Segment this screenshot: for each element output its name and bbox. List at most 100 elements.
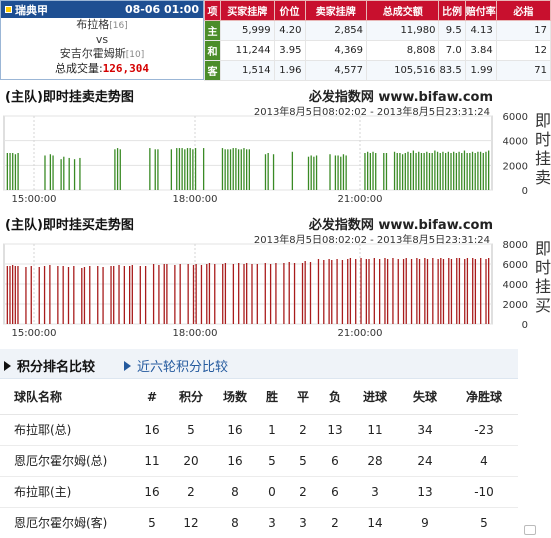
col-won: 胜 — [258, 380, 286, 415]
col-goal-diff: 净胜球 — [450, 380, 518, 415]
odds-row-away: 客 1,514 1.96 4,577 105,516 83.5 1.99 71 — [204, 60, 551, 81]
sell-chart-side-label-char: 卖 — [535, 168, 551, 187]
sell-chart-x-tick-label: 18:00:00 — [173, 194, 218, 205]
sell-chart-y-tick-label: 2000 — [503, 161, 528, 172]
odds-sell: 4,369 — [304, 40, 368, 61]
goal-diff-cell: -10 — [450, 476, 518, 508]
sell-chart-brand: 必发指数网 www.bifaw.com — [308, 90, 493, 105]
played-cell: 16 — [212, 445, 258, 477]
page-corner-icon — [524, 525, 536, 535]
away-team-name[interactable]: 安吉尔霍姆斯 — [60, 47, 126, 60]
odds-col-side: 项 — [204, 0, 221, 21]
col-rank: # — [134, 380, 170, 415]
buy-chart-side-label-char: 买 — [535, 296, 551, 315]
home-team-name[interactable]: 布拉格 — [76, 18, 109, 31]
buy-chart-y-tick-label: 2000 — [503, 300, 528, 311]
odds-col-ratio: 比例 — [438, 0, 466, 21]
arrow-right-icon — [4, 360, 11, 371]
won-cell: 0 — [258, 476, 286, 508]
goals-against-cell: 13 — [400, 476, 450, 508]
buy-chart: 2013年8月5日08:02:02 - 2013年8月5日23:31:24 0 20… — [3, 234, 551, 339]
buy-chart-x-tick-label: 21:00:00 — [338, 328, 383, 339]
col-lost: 负 — [320, 380, 350, 415]
goals-for-cell: 14 — [350, 507, 400, 538]
arrow-right-icon — [124, 360, 131, 371]
team-name: 恩厄尔霍尔姆(总) — [0, 445, 134, 477]
won-cell: 5 — [258, 445, 286, 477]
won-cell: 3 — [258, 507, 286, 538]
buy-chart-date-range: 2013年8月5日08:02:02 - 2013年8月5日23:31:24 — [254, 234, 490, 246]
goals-against-cell: 9 — [400, 507, 450, 538]
tab-last-six-rounds[interactable]: 近六轮积分比较 — [124, 356, 228, 375]
goal-diff-cell: 5 — [450, 507, 518, 538]
odds-payout: 4.13 — [464, 20, 497, 41]
lost-cell: 13 — [320, 414, 350, 446]
sell-chart-x-tick-label: 21:00:00 — [338, 194, 383, 205]
home-team-rank: [16] — [109, 21, 128, 31]
odds-side: 和 — [204, 40, 221, 61]
odds-index: 71 — [495, 60, 551, 81]
total-volume: 总成交量:126,304 — [1, 62, 203, 76]
home-team-line: 布拉格[16] — [1, 18, 203, 33]
odds-buy: 11,244 — [219, 40, 275, 61]
league-label[interactable]: 瑞典甲 — [5, 2, 48, 18]
odds-table: 项 买家挂牌 价位 卖家挂牌 总成交额 比例 赔付率 必指 主 5,999 4.… — [204, 0, 551, 81]
odds-index: 17 — [495, 20, 551, 41]
rank-cell: 16 — [134, 414, 170, 446]
sell-chart-side-label-char: 即 — [535, 111, 551, 130]
team-name: 恩厄尔霍尔姆(客) — [0, 507, 134, 538]
sell-chart-y-tick-label: 0 — [522, 186, 528, 197]
odds-side: 主 — [204, 20, 221, 41]
odds-index: 12 — [495, 40, 551, 61]
sell-chart-side-label-char: 挂 — [535, 149, 551, 168]
odds-col-sell: 卖家挂牌 — [304, 0, 368, 21]
buy-chart-y-tick-label: 8000 — [503, 240, 528, 251]
odds-col-index: 必指 — [495, 0, 551, 21]
table-row: 布拉耶(主) 16 2 8 0 2 6 3 13 -10 — [0, 476, 518, 508]
goals-against-cell: 34 — [400, 414, 450, 446]
team-name: 布拉耶(主) — [0, 476, 134, 508]
points-cell: 5 — [170, 414, 212, 446]
buy-chart-y-tick-label: 0 — [522, 320, 528, 331]
odds-buy: 1,514 — [219, 60, 275, 81]
odds-header-row: 项 买家挂牌 价位 卖家挂牌 总成交额 比例 赔付率 必指 — [204, 0, 551, 21]
league-name: 瑞典甲 — [15, 3, 48, 17]
tab-points-ranking[interactable]: 积分排名比较 — [4, 356, 95, 375]
odds-sell: 2,854 — [304, 20, 368, 41]
lost-cell: 6 — [320, 476, 350, 508]
played-cell: 16 — [212, 414, 258, 446]
sell-chart-y-tick-label: 6000 — [503, 112, 528, 123]
buy-chart-side-label-char: 挂 — [535, 277, 551, 296]
buy-chart-y-tick-label: 4000 — [503, 280, 528, 291]
col-played: 场数 — [212, 380, 258, 415]
buy-chart-block: (主队)即时挂买走势图 必发指数网 www.bifaw.com 2013年8月5… — [0, 214, 551, 348]
sell-chart: 2013年8月5日08:02:02 - 2013年8月5日23:31:24 0 20… — [3, 106, 551, 205]
sell-chart-block: (主队)即时挂卖走势图 必发指数网 www.bifaw.com 2013年8月5… — [0, 86, 551, 212]
odds-price: 3.95 — [273, 40, 306, 61]
draw-cell: 5 — [286, 445, 320, 477]
points-cell: 12 — [170, 507, 212, 538]
odds-ratio: 7.0 — [438, 40, 466, 61]
goals-for-cell: 11 — [350, 414, 400, 446]
goal-diff-cell: 4 — [450, 445, 518, 477]
odds-turnover: 8,808 — [366, 40, 440, 61]
odds-price: 4.20 — [273, 20, 306, 41]
sell-chart-date-range: 2013年8月5日08:02:02 - 2013年8月5日23:31:24 — [254, 106, 490, 118]
odds-ratio: 9.5 — [438, 20, 466, 41]
draw-cell: 2 — [286, 414, 320, 446]
sell-chart-x-tick-label: 15:00:00 — [12, 194, 57, 205]
odds-row-home: 主 5,999 4.20 2,854 11,980 9.5 4.13 17 — [204, 20, 551, 41]
odds-col-buy: 买家挂牌 — [219, 0, 275, 21]
ranking-table: 球队名称 # 积分 场数 胜 平 负 进球 失球 净胜球 布拉耶(总) 16 5… — [0, 380, 518, 538]
odds-payout: 3.84 — [464, 40, 497, 61]
away-team-rank: [10] — [125, 50, 145, 60]
odds-turnover: 105,516 — [366, 60, 440, 81]
col-goals-for: 进球 — [350, 380, 400, 415]
buy-chart-side-label-char: 时 — [535, 258, 551, 277]
odds-col-price: 价位 — [273, 0, 306, 21]
buy-chart-title: (主队)即时挂买走势图 — [5, 218, 134, 233]
col-goals-against: 失球 — [400, 380, 450, 415]
away-team-line: 安吉尔霍姆斯[10] — [1, 47, 203, 62]
draw-cell: 3 — [286, 507, 320, 538]
points-cell: 20 — [170, 445, 212, 477]
